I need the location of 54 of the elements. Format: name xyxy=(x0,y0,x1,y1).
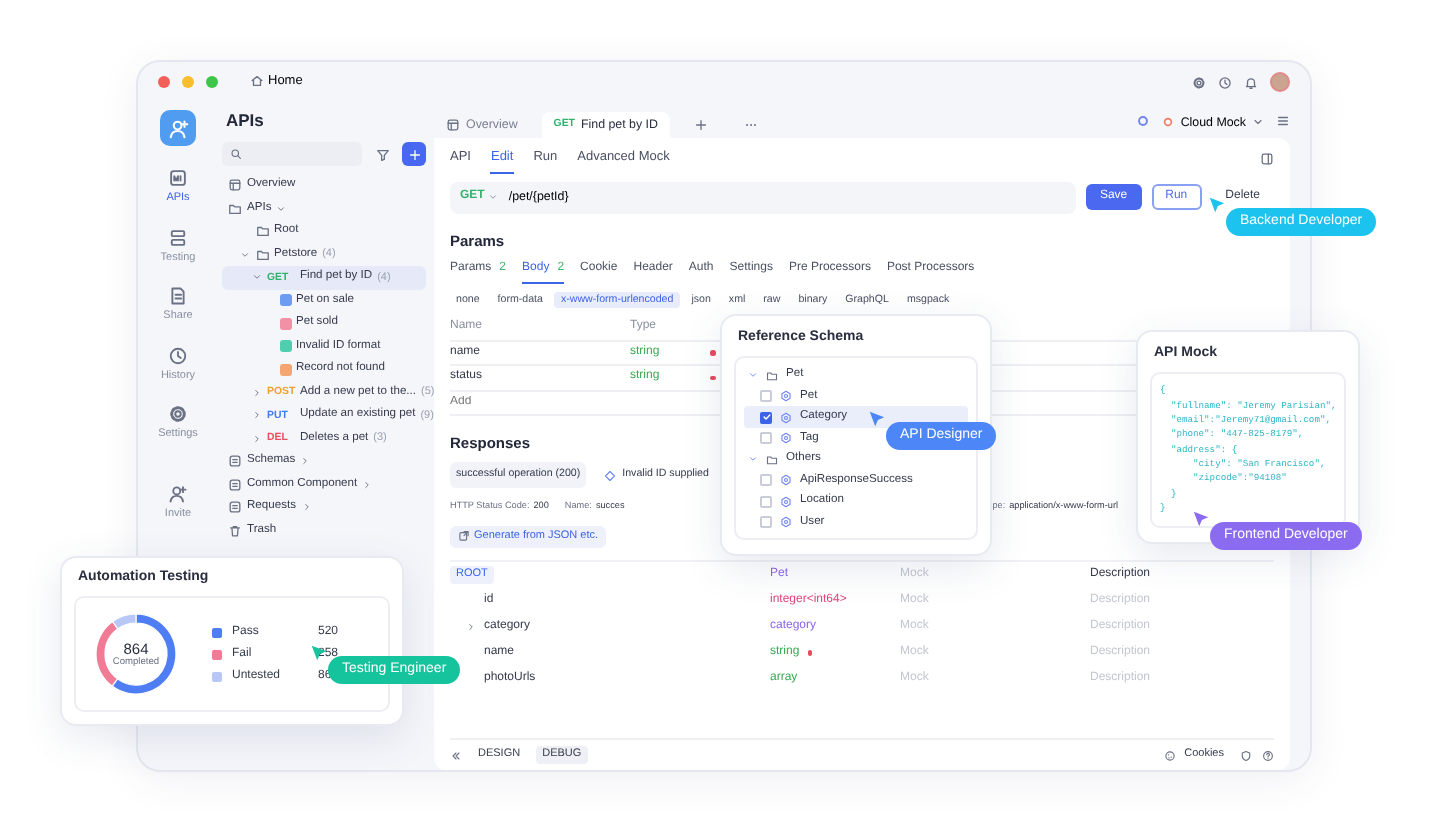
window-minimize-button[interactable] xyxy=(182,76,194,88)
hexagon-icon xyxy=(780,474,792,487)
home-icon xyxy=(250,74,264,89)
hexagon-icon xyxy=(780,390,792,403)
page-icon xyxy=(446,117,460,132)
help-icon xyxy=(1262,749,1274,761)
section-icon xyxy=(228,500,242,515)
trash-icon xyxy=(228,523,242,538)
cursor-icon xyxy=(1208,196,1226,214)
gear-icon xyxy=(168,404,188,425)
chevron-down-icon xyxy=(1252,116,1264,129)
plus-icon xyxy=(407,147,421,162)
logo-mark-icon xyxy=(167,117,189,139)
collapse-icon xyxy=(450,749,462,761)
layers-icon xyxy=(168,227,188,248)
hexagon-icon xyxy=(780,495,792,508)
page-icon xyxy=(228,178,242,193)
filter-icon xyxy=(375,147,389,162)
folder-icon xyxy=(766,453,778,466)
api-icon xyxy=(168,168,188,188)
search-icon xyxy=(230,148,242,161)
check-icon xyxy=(761,412,771,423)
hexagon-icon xyxy=(780,432,792,445)
settings-icon xyxy=(1192,75,1206,89)
section-icon xyxy=(228,477,242,492)
person-plus-icon xyxy=(168,483,188,504)
search-field[interactable] xyxy=(222,142,362,167)
window-maximize-button[interactable] xyxy=(206,76,218,88)
menu-icon xyxy=(1276,113,1290,128)
clock-icon xyxy=(168,345,188,366)
shield-icon xyxy=(1240,749,1252,761)
checkbox[interactable] xyxy=(760,411,772,424)
diamond-icon xyxy=(604,469,617,481)
panel-icon xyxy=(1260,152,1274,167)
sidebar-title: APIs xyxy=(226,110,266,131)
window-close-button[interactable] xyxy=(158,76,170,88)
generate-icon xyxy=(458,530,470,543)
more-icon xyxy=(744,118,758,132)
cursor-icon xyxy=(868,410,886,428)
clock-icon xyxy=(1218,75,1232,89)
ring-icon xyxy=(1162,116,1175,129)
cursor-icon xyxy=(1192,510,1210,528)
folder-icon xyxy=(766,369,778,382)
hexagon-icon xyxy=(780,411,792,424)
cookie-icon xyxy=(1164,749,1177,761)
section-icon xyxy=(228,454,242,469)
avatar xyxy=(1270,72,1290,92)
chevron-down-icon xyxy=(488,192,499,203)
add-button[interactable] xyxy=(402,142,426,167)
bell-icon xyxy=(1244,75,1258,89)
plus-icon xyxy=(694,118,708,132)
sync-icon xyxy=(1136,113,1151,128)
hexagon-icon xyxy=(780,516,792,529)
document-icon xyxy=(168,286,188,307)
